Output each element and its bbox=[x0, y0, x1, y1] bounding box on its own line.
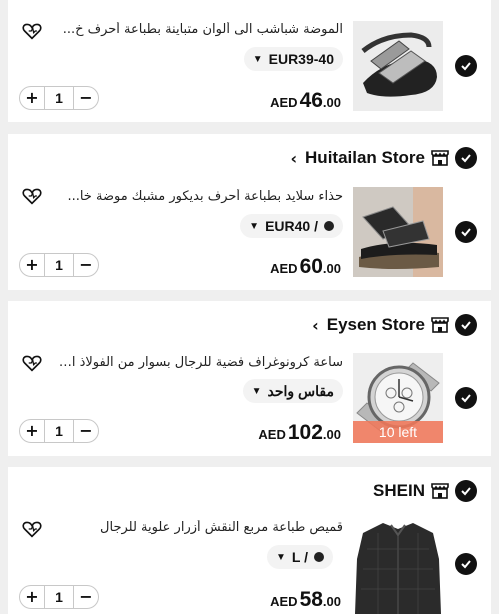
item-price: AED 58 .00 bbox=[270, 588, 341, 611]
shop-icon bbox=[431, 317, 449, 333]
product-title[interactable]: الموضة شباشب الى ألوان متباينة بطباعة أح… bbox=[53, 22, 343, 37]
item-price: AED 46 .00 bbox=[270, 89, 341, 112]
product-title[interactable]: حذاء سلايد بطباعة أحرف بديكور مشبك موضة … bbox=[53, 189, 343, 204]
item-price: AED 60 .00 bbox=[270, 255, 341, 278]
store-header[interactable]: ‹ Eysen Store bbox=[312, 313, 477, 337]
color-swatch bbox=[324, 221, 334, 231]
select-item-check-icon[interactable] bbox=[455, 221, 477, 243]
select-store-check-icon[interactable] bbox=[455, 147, 477, 169]
quantity-value: 1 bbox=[44, 87, 74, 109]
product-image-slipper[interactable] bbox=[353, 21, 443, 111]
quantity-stepper[interactable]: + 1 − bbox=[19, 585, 99, 609]
wishlist-heart-icon[interactable] bbox=[22, 520, 42, 538]
store-name[interactable]: Huitailan Store bbox=[305, 148, 425, 168]
select-store-check-icon[interactable] bbox=[455, 480, 477, 502]
wishlist-heart-icon[interactable] bbox=[22, 187, 42, 205]
increase-quantity-button[interactable]: + bbox=[20, 87, 44, 109]
stock-left-badge: 10 left bbox=[353, 421, 443, 443]
product-title[interactable]: قميص طباعة مربع النقش أزرار علوية للرجال bbox=[53, 520, 343, 535]
quantity-stepper[interactable]: + 1 − bbox=[19, 419, 99, 443]
decrease-quantity-button[interactable]: − bbox=[74, 87, 98, 109]
shop-icon bbox=[431, 483, 449, 499]
chevron-down-icon: ▼ bbox=[252, 53, 263, 65]
select-item-check-icon[interactable] bbox=[455, 55, 477, 77]
product-image-sandal[interactable] bbox=[353, 187, 443, 277]
increase-quantity-button[interactable]: + bbox=[20, 420, 44, 442]
variant-selector[interactable]: ▼ مقاس واحد bbox=[242, 379, 343, 403]
quantity-stepper[interactable]: + 1 − bbox=[19, 86, 99, 110]
cart-store-card: ‹ Eysen Store ساعة كرونوغراف فضية للرجال… bbox=[8, 301, 491, 456]
increase-quantity-button[interactable]: + bbox=[20, 586, 44, 608]
store-header[interactable]: ‹ Huitailan Store bbox=[290, 146, 477, 170]
quantity-stepper[interactable]: + 1 − bbox=[19, 253, 99, 277]
store-name[interactable]: Eysen Store bbox=[327, 315, 425, 335]
product-image-watch[interactable]: 10 left bbox=[353, 353, 443, 443]
decrease-quantity-button[interactable]: − bbox=[74, 420, 98, 442]
chevron-left-icon: ‹ bbox=[312, 315, 319, 335]
chevron-down-icon: ▼ bbox=[251, 385, 262, 397]
cart-item-card: الموضة شباشب الى ألوان متباينة بطباعة أح… bbox=[8, 0, 491, 122]
variant-selector[interactable]: ▼ EUR40 / bbox=[240, 214, 343, 238]
wishlist-heart-icon[interactable] bbox=[22, 22, 42, 40]
chevron-left-icon: ‹ bbox=[290, 148, 298, 168]
increase-quantity-button[interactable]: + bbox=[20, 254, 44, 276]
product-image-shirt[interactable] bbox=[353, 519, 443, 614]
decrease-quantity-button[interactable]: − bbox=[74, 586, 98, 608]
store-header[interactable]: SHEIN bbox=[373, 479, 477, 503]
cart-store-card: ‹ Huitailan Store حذاء سلايد بطباعة أحرف… bbox=[8, 134, 491, 290]
variant-selector[interactable]: ▼ L / bbox=[267, 545, 333, 569]
store-name[interactable]: SHEIN bbox=[373, 481, 425, 501]
cart-store-card: SHEIN قميص طباعة مربع النقش أزرار علوية … bbox=[8, 467, 491, 614]
select-item-check-icon[interactable] bbox=[455, 387, 477, 409]
chevron-down-icon: ▼ bbox=[276, 551, 286, 563]
quantity-value: 1 bbox=[44, 254, 74, 276]
quantity-value: 1 bbox=[44, 586, 74, 608]
quantity-value: 1 bbox=[44, 420, 74, 442]
color-swatch bbox=[314, 552, 324, 562]
chevron-down-icon: ▼ bbox=[249, 220, 260, 232]
item-price: AED 102 .00 bbox=[258, 421, 341, 444]
product-title[interactable]: ساعة كرونوغراف فضية للرجال بسوار من الفو… bbox=[53, 355, 343, 370]
shop-icon bbox=[431, 150, 449, 166]
select-store-check-icon[interactable] bbox=[455, 314, 477, 336]
variant-selector[interactable]: ▼ EUR39-40 bbox=[243, 47, 343, 71]
wishlist-heart-icon[interactable] bbox=[22, 354, 42, 372]
select-item-check-icon[interactable] bbox=[455, 553, 477, 575]
decrease-quantity-button[interactable]: − bbox=[74, 254, 98, 276]
